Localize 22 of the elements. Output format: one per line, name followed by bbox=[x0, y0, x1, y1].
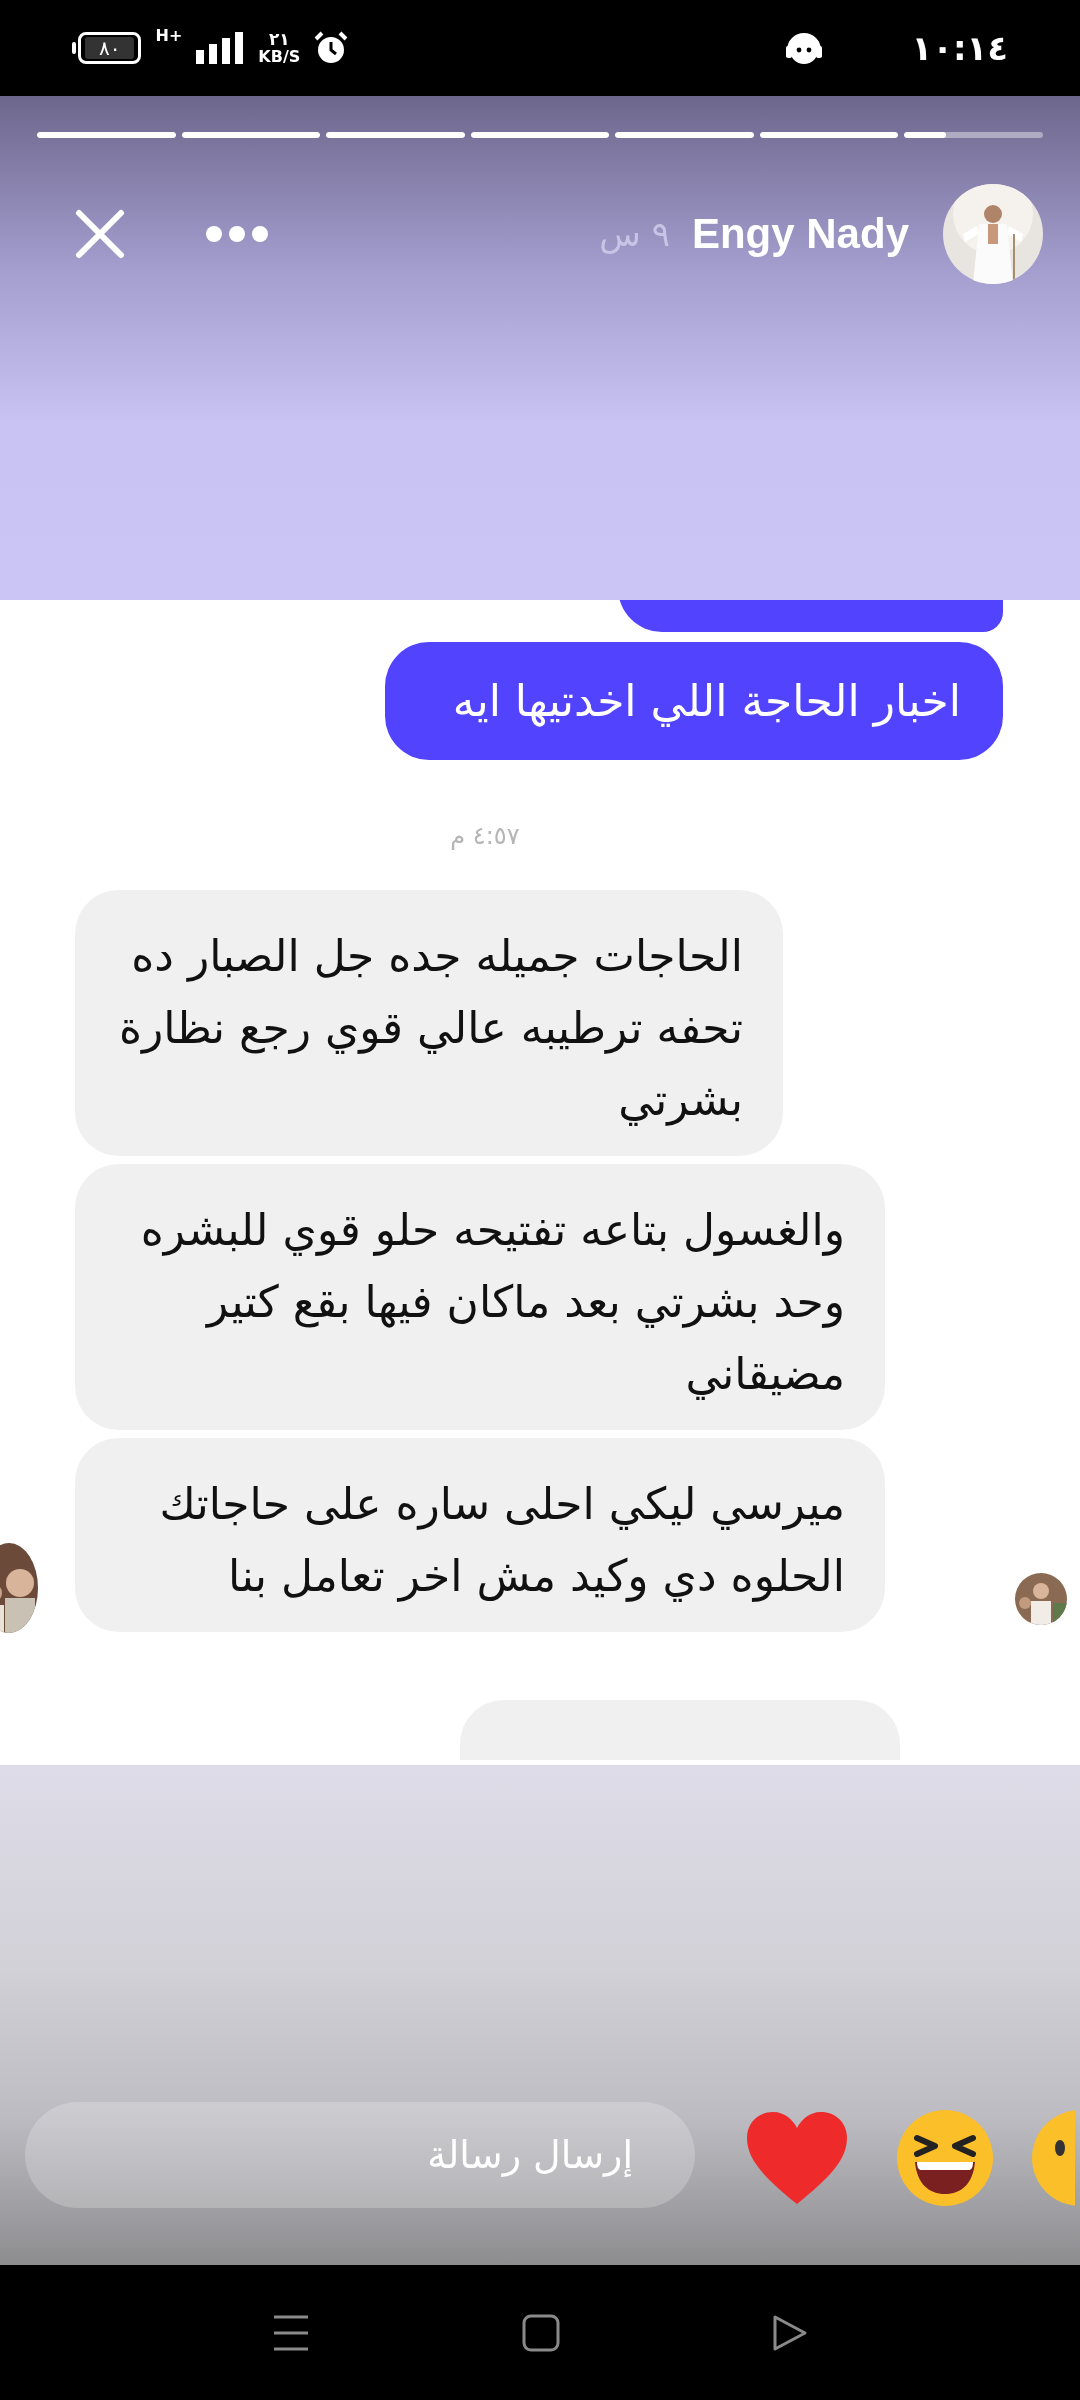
received-message: والغسول بتاعه تفتيحه حلو قوي للبشره وحد بشرتي بعد ماكان فيها بقع كتير مضيقاني bbox=[75, 1164, 885, 1430]
menu-button[interactable] bbox=[272, 2313, 310, 2352]
speed-value: ٢١ bbox=[268, 30, 290, 48]
emoji-icon[interactable] bbox=[1030, 2108, 1075, 2208]
battery-tip-icon bbox=[72, 42, 76, 54]
laughing-emoji-icon[interactable] bbox=[895, 2108, 995, 2208]
close-button[interactable] bbox=[75, 209, 125, 259]
sent-message: اخبار الحاجة اللي اخدتيها ايه bbox=[385, 642, 1003, 760]
received-message: ميرسي ليكي احلى ساره على حاجاتك الحلوه دي وكيد مش اخر تعامل بنا bbox=[75, 1438, 885, 1632]
more-options-button[interactable] bbox=[205, 225, 269, 243]
signal-icon bbox=[196, 32, 245, 64]
message-time: ٤:٥٧ م bbox=[450, 822, 520, 850]
home-button[interactable] bbox=[522, 2313, 560, 2352]
headphones-icon bbox=[785, 30, 824, 66]
author-name[interactable]: Engy Nady bbox=[691, 210, 909, 258]
network-type: H+ bbox=[155, 26, 183, 45]
back-button[interactable] bbox=[772, 2313, 808, 2352]
speed-unit: KB/S bbox=[258, 48, 301, 66]
alarm-icon bbox=[314, 31, 349, 65]
battery-level: ٨٠ bbox=[85, 37, 135, 59]
clock-time: ١٠:١٤ bbox=[911, 28, 1008, 68]
received-message: الحاجات جميله جده جل الصبار ده تحفه ترطيبه عالي قوي رجع نظارة بشرتي bbox=[75, 890, 783, 1156]
